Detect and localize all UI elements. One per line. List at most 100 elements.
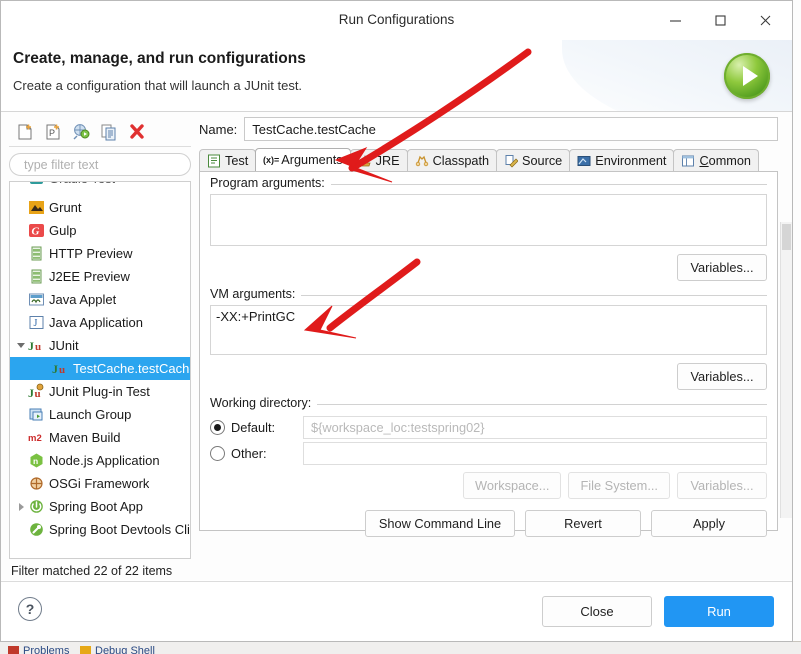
launch-group-icon [28,406,45,423]
new-configuration-icon[interactable] [15,122,35,142]
tree-item-gradle-test[interactable]: Gradle Test [10,182,190,196]
spring-boot-icon [28,498,45,515]
name-row: Name: [199,116,778,142]
tree-item-label: Launch Group [49,407,132,422]
default-radio[interactable] [210,419,225,435]
close-dialog-button[interactable]: Close [542,596,652,627]
tab-classpath[interactable]: Classpath [406,149,498,171]
maximize-button[interactable] [698,1,743,39]
working-directory-box: Default: Other: Workspace... File System… [210,404,767,499]
tree-item-label: HTTP Preview [49,246,133,261]
default-label: Default: [231,419,276,435]
twisty-collapsed-icon[interactable] [14,495,28,518]
vm-arguments-group: VM arguments: -XX:+PrintGC Variables... [210,287,767,390]
tab-label: Arguments [281,153,343,167]
working-directory-default-row: Default: [210,414,767,440]
run-button[interactable]: Run [664,596,774,627]
tree-item-grunt[interactable]: Grunt [10,196,190,219]
tab-source[interactable]: Source [496,149,571,171]
tab-jre[interactable]: JRE [349,149,408,171]
junit-icon: J u [28,337,45,354]
junit-plugin-icon: J u [28,383,45,400]
maven-icon: m2 [28,429,45,446]
junit-icon: J u [52,360,69,377]
maximize-icon [715,14,726,26]
twisty-expanded-icon[interactable] [14,334,28,357]
grunt-icon [28,199,45,216]
close-button[interactable] [743,1,788,39]
arguments-tab-page: Program arguments: Variables... VM argum… [199,171,778,537]
duplicate-configuration-icon[interactable] [99,122,119,142]
filter-input[interactable] [22,156,178,173]
tree-item-j2ee-preview[interactable]: J2EE Preview [10,265,190,288]
filter-input-wrapper[interactable] [9,153,191,176]
tree-item-label: Java Applet [49,292,117,307]
tab-label: JRE [375,153,400,168]
show-command-line-button[interactable]: Show Command Line [365,510,515,537]
name-label: Name: [199,121,238,137]
page-subtitle: Create a configuration that will launch … [13,78,303,93]
tree-item-junit-plugin-test[interactable]: J u JUnit Plug-in Test [10,380,190,403]
apply-revert-row: Show Command Line Revert Apply [210,510,767,537]
tab-label: Environment [595,153,667,168]
configurations-tree[interactable]: Gradle Test Grunt [9,181,191,559]
title-bar: Run Configurations [1,1,792,40]
svg-text:J: J [28,386,34,400]
dialog-scrollbar-thumb[interactable] [782,224,791,250]
apply-button[interactable]: Apply [651,510,767,537]
new-prototype-icon[interactable]: P [43,122,63,142]
filter-status-text: Filter matched 22 of 22 items [11,564,173,578]
tree-item-spring-boot-app[interactable]: Spring Boot App [10,495,190,518]
svg-text:J: J [28,339,34,353]
tree-item-osgi-framework[interactable]: OSGi Framework [10,472,190,495]
export-configuration-icon[interactable] [71,122,91,142]
revert-button[interactable]: Revert [525,510,641,537]
tree-item-java-applet[interactable]: Java Applet [10,288,190,311]
page-title: Create, manage, and run configurations [13,50,306,67]
tree-item-gulp[interactable]: G Gulp [10,219,190,242]
configurations-toolbar: P [9,118,191,147]
vm-variables-button[interactable]: Variables... [677,363,767,390]
minimize-button[interactable] [653,1,698,39]
dialog-scrollbar[interactable] [780,222,792,518]
program-variables-button[interactable]: Variables... [677,254,767,281]
test-icon [207,154,221,168]
tree-item-testcache-testcache[interactable]: J u TestCache.testCache [10,357,190,380]
dialog-body: P type filter text Grunt G Gulp HTTP Pre… [1,112,792,580]
vm-variables-row: Variables... [210,363,767,390]
tree-item-junit[interactable]: J u JUnit [10,334,190,357]
tab-label: Source [522,153,563,168]
other-radio[interactable] [210,445,225,461]
tree-item-spring-boot-devtools-cli[interactable]: Spring Boot Devtools Cli [10,518,190,541]
vm-arguments-input[interactable]: -XX:+PrintGC [210,305,767,355]
footer-buttons: Close Run [542,596,774,627]
tab-environment[interactable]: Environment [569,149,675,171]
workspace-button[interactable]: Workspace... [463,472,562,499]
help-icon[interactable]: ? [18,597,42,621]
tree-item-label: Maven Build [49,430,121,445]
tab-test[interactable]: Test [199,149,257,171]
debug-shell-icon [80,646,91,654]
svg-text:u: u [35,341,41,353]
program-arguments-input[interactable] [210,194,767,246]
background-tab-debug-shell[interactable]: Debug Shell [95,645,155,654]
tree-item-http-preview[interactable]: HTTP Preview [10,242,190,265]
working-directory-variables-button[interactable]: Variables... [677,472,767,499]
delete-configuration-icon[interactable] [127,122,147,142]
tree-item-label: Node.js Application [49,453,160,468]
tree-item-label: Gradle Test [49,182,115,186]
server-icon [28,268,45,285]
tree-scroll-content: Gradle Test Grunt [10,182,190,541]
tree-item-launch-group[interactable]: Launch Group [10,403,190,426]
name-input[interactable] [244,117,778,141]
osgi-icon [28,475,45,492]
tab-common[interactable]: Common [673,149,759,171]
tree-item-java-application[interactable]: J Java Application [10,311,190,334]
tree-item-label: TestCache.testCache [73,361,190,376]
file-system-button[interactable]: File System... [568,472,670,499]
other-directory-input[interactable] [303,441,767,465]
tree-item-maven-build[interactable]: m2 Maven Build [10,426,190,449]
tab-arguments[interactable]: (x)= Arguments [255,148,351,171]
background-tab-problems[interactable]: Problems [23,645,69,654]
tree-item-nodejs-application[interactable]: n Node.js Application [10,449,190,472]
